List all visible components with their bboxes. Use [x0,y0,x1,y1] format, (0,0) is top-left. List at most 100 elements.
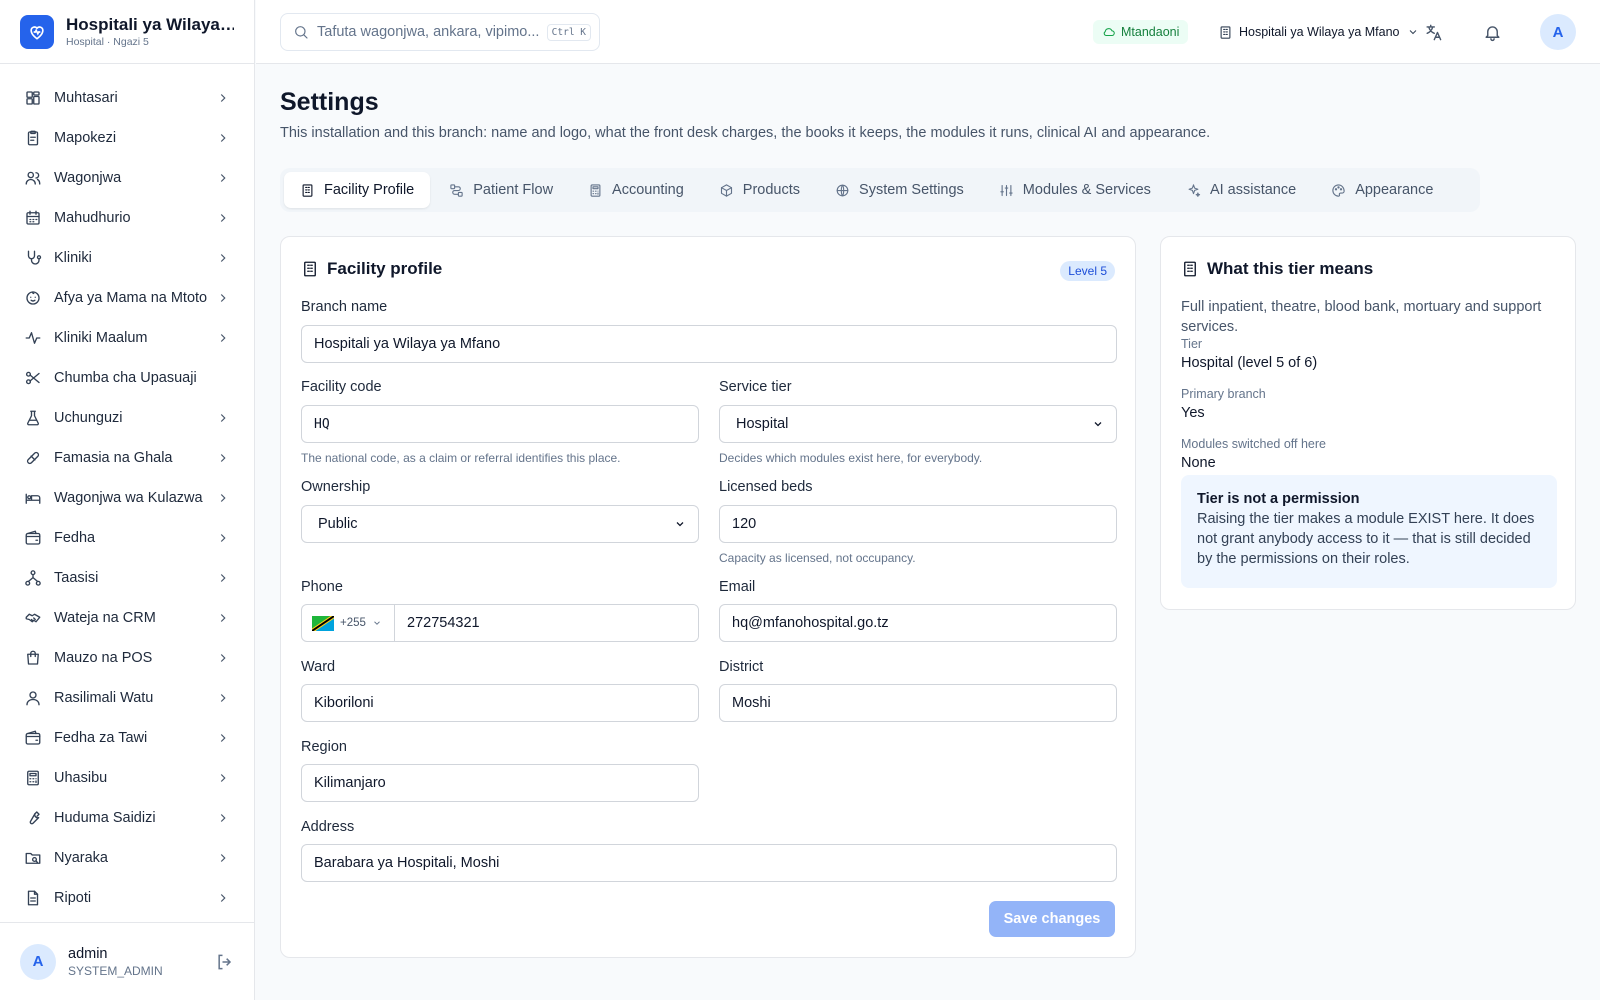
sidebar-item-afya-ya-mama-na-mtoto[interactable]: Afya ya Mama na Mtoto [0,278,254,318]
building-icon [1218,25,1233,40]
chevron-right-icon [216,891,230,905]
sidebar-item-label: Famasia na Ghala [54,450,173,466]
chevron-right-icon [216,691,230,705]
tab-modules-services[interactable]: Modules & Services [983,172,1167,208]
branch-name: Hospitali ya Wilaya ya Mfano [1239,25,1400,39]
district-label: District [719,659,764,675]
sidebar-item-wagonjwa[interactable]: Wagonjwa [0,158,254,198]
branch-name-label: Branch name [301,299,388,315]
tanzania-flag-icon [312,615,334,631]
service-tier-label: Service tier [719,379,792,395]
sidebar-item-fedha[interactable]: Fedha [0,518,254,558]
header-avatar[interactable]: A [1540,14,1576,50]
sidebar-item-label: Mapokezi [54,130,117,146]
sidebar-item-famasia-na-ghala[interactable]: Famasia na Ghala [0,438,254,478]
sidebar-item-kliniki[interactable]: Kliniki [0,238,254,278]
tab-ai-assistance[interactable]: AI assistance [1170,172,1312,208]
ownership-value: Public [318,516,358,532]
cloud-icon [1102,25,1116,39]
sidebar-item-label: Chumba cha Upasuaji [54,370,197,386]
phone-input[interactable] [395,605,698,641]
region-input[interactable] [301,764,699,802]
tab-products[interactable]: Products [703,172,816,208]
service-tier-value: Hospital [736,416,789,432]
translate-icon [1424,23,1443,42]
package-icon [719,183,734,198]
email-input[interactable] [719,604,1117,642]
tier-note-body: Raising the tier makes a module EXIST he… [1197,511,1535,567]
sidebar-item-label: Fedha [54,530,96,546]
sidebar-item-muhtasari[interactable]: Muhtasari [0,78,254,118]
sidebar-item-huduma-saidizi[interactable]: Huduma Saidizi [0,798,254,838]
sparkles-icon [1186,183,1201,198]
branch-switcher[interactable]: Hospitali ya Wilaya ya Mfano [1218,20,1419,44]
licensed-beds-label: Licensed beds [719,479,813,495]
country-code-select[interactable]: +255 [302,605,395,641]
sidebar-item-chumba-cha-upasuaji[interactable]: Chumba cha Upasuaji [0,358,254,398]
sidebar-item-mapokezi[interactable]: Mapokezi [0,118,254,158]
level-badge: Level 5 [1060,261,1115,281]
calculator-icon [588,183,603,198]
language-button[interactable] [1421,20,1445,44]
pill-icon [24,449,42,467]
facility-code-input[interactable] [301,405,699,443]
tab-patient-flow[interactable]: Patient Flow [433,172,569,208]
sidebar-item-label: Uhasibu [54,770,108,786]
district-input[interactable] [719,684,1117,722]
card-title-text: Facility profile [327,259,443,278]
tab-facility-profile[interactable]: Facility Profile [284,172,431,208]
sidebar-item-mauzo-na-pos[interactable]: Mauzo na POS [0,638,254,678]
page-title: Settings [280,88,379,116]
calendar-icon [24,209,42,227]
sidebar-item-label: Rasilimali Watu [54,690,154,706]
save-button[interactable]: Save changes [989,901,1115,937]
search-box[interactable]: Ctrl K [280,13,600,51]
sidebar: Hospitali ya Wilaya ya Mfano Hospital · … [0,0,255,1000]
licensed-beds-hint: Capacity as licensed, not occupancy. [719,551,916,565]
scissors-icon [24,369,42,387]
tab-label: Appearance [1355,182,1434,198]
tab-label: Accounting [612,182,684,198]
ownership-select[interactable]: Public [301,505,699,543]
sidebar-item-fedha-za-tawi[interactable]: Fedha za Tawi [0,718,254,758]
licensed-beds-input[interactable] [719,505,1117,543]
sidebar-item-kliniki-maalum[interactable]: Kliniki Maalum [0,318,254,358]
avatar[interactable]: A [20,943,56,980]
brand[interactable]: Hospitali ya Wilaya ya Mfano Hospital · … [0,0,254,64]
sidebar-item-label: Wateja na CRM [54,610,156,626]
service-tier-select[interactable]: Hospital [719,405,1117,443]
sidebar-item-rasilimali-watu[interactable]: Rasilimali Watu [0,678,254,718]
address-input[interactable] [301,844,1117,882]
bell-icon [1483,23,1502,42]
flask-icon [24,409,42,427]
chevron-right-icon [216,251,230,265]
search-input[interactable] [317,24,547,40]
branch-name-input[interactable] [301,325,1117,363]
tab-accounting[interactable]: Accounting [572,172,700,208]
sidebar-item-label: Afya ya Mama na Mtoto [54,290,208,306]
sidebar-item-wateja-na-crm[interactable]: Wateja na CRM [0,598,254,638]
wrench-icon [24,809,42,827]
tab-label: System Settings [859,182,964,198]
notifications-button[interactable] [1480,20,1504,44]
sidebar-nav: Muhtasari Mapokezi Wagonjwa Mahudhurio Klini… [0,64,254,918]
folder-search-icon [24,849,42,867]
tier-value: Hospital (level 5 of 6) [1181,355,1318,371]
sidebar-item-uchunguzi[interactable]: Uchunguzi [0,398,254,438]
status-text: Mtandaoni [1121,25,1180,39]
workflow-icon [449,183,464,198]
chevron-right-icon [216,91,230,105]
sidebar-item-wagonjwa-wa-kulazwa[interactable]: Wagonjwa wa Kulazwa [0,478,254,518]
logout-icon[interactable] [215,952,235,972]
sidebar-item-taasisi[interactable]: Taasisi [0,558,254,598]
sidebar-item-uhasibu[interactable]: Uhasibu [0,758,254,798]
tab-system-settings[interactable]: System Settings [819,172,980,208]
ward-input[interactable] [301,684,699,722]
service-tier-hint: Decides which modules exist here, for ev… [719,451,983,465]
network-icon [24,569,42,587]
sidebar-item-nyaraka[interactable]: Nyaraka [0,838,254,878]
sidebar-item-ripoti[interactable]: Ripoti [0,878,254,918]
tab-appearance[interactable]: Appearance [1315,172,1449,208]
sidebar-item-mahudhurio[interactable]: Mahudhurio [0,198,254,238]
user-icon [24,689,42,707]
